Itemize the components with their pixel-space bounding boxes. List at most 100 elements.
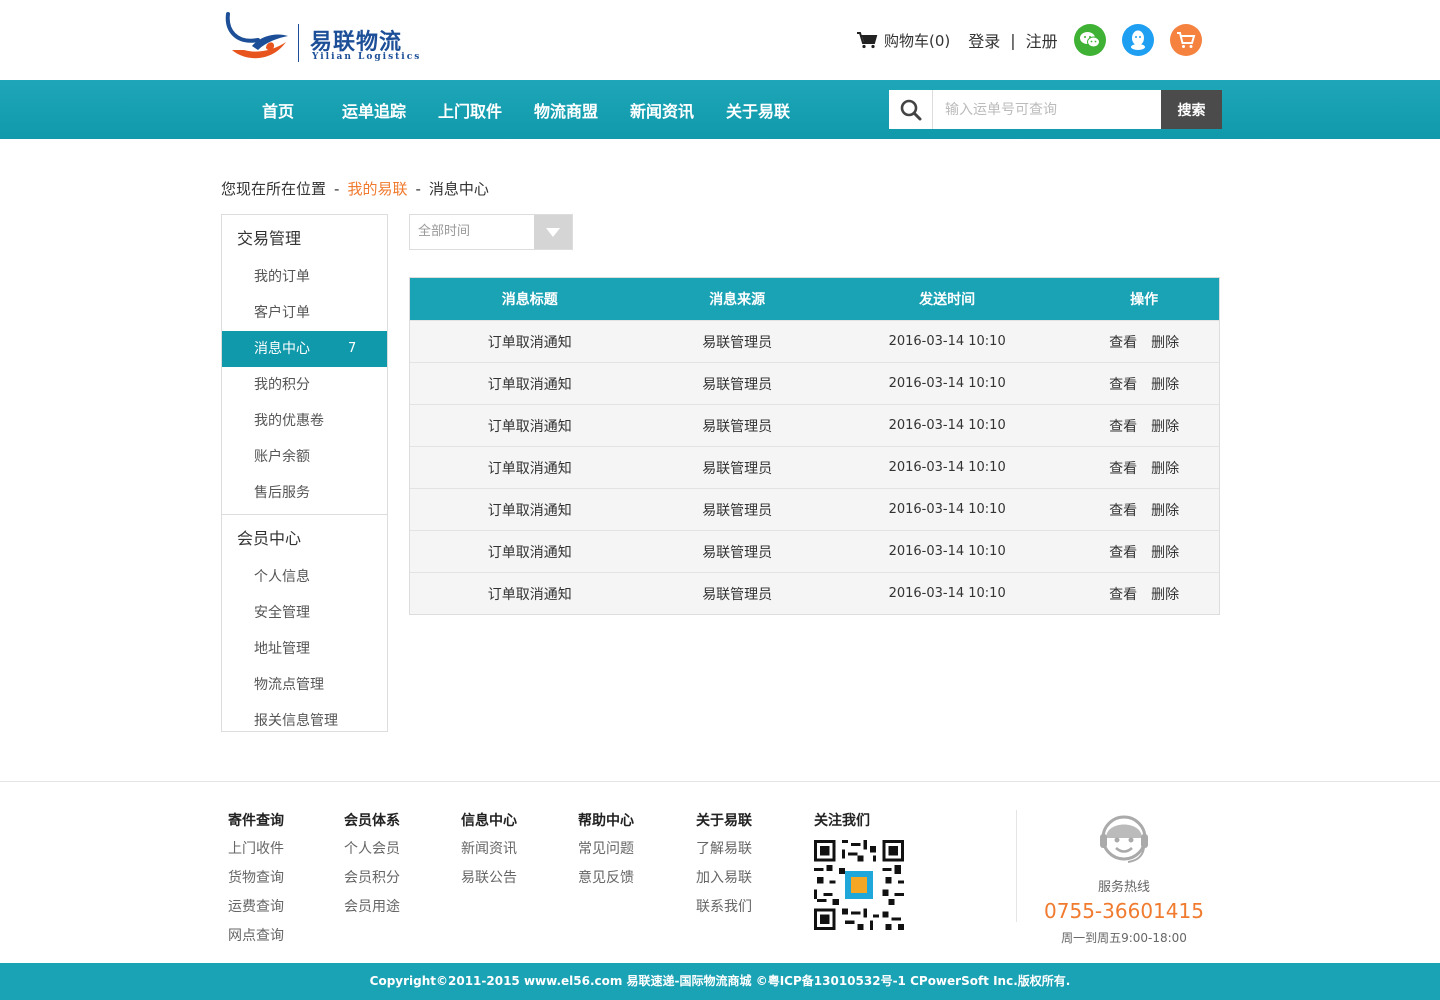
sidebar-item-points[interactable]: 我的积分	[222, 367, 387, 403]
table-row: 订单取消通知 易联管理员 2016-03-14 10:10 查看 删除	[410, 572, 1219, 614]
logo-divider	[298, 24, 299, 62]
table-row: 订单取消通知 易联管理员 2016-03-14 10:10 查看 删除	[410, 404, 1219, 446]
sidebar-item-customer-orders[interactable]: 客户订单	[222, 295, 387, 331]
view-button[interactable]: 查看	[1109, 587, 1137, 603]
footer-col-shipping: 寄件查询 上门收件 货物查询 运费查询 网点查询	[228, 810, 284, 956]
footer-link[interactable]: 意见反馈	[578, 869, 634, 898]
message-source: 易联管理员	[702, 460, 773, 477]
footer-col-title: 关注我们	[814, 813, 870, 829]
view-button[interactable]: 查看	[1109, 377, 1137, 393]
messages-table: 消息标题 消息来源 发送时间 操作 订单取消通知 易联管理员 2016-03-14 …	[409, 277, 1220, 615]
register-link[interactable]: 注册	[1026, 28, 1058, 52]
cart-link[interactable]: 购物车(0)	[856, 30, 950, 51]
table-row: 订单取消通知 易联管理员 2016-03-14 10:10 查看 删除	[410, 446, 1219, 488]
logo-bird-icon	[225, 12, 288, 59]
search-button[interactable]: 搜索	[1161, 90, 1222, 129]
customer-service-icon	[1100, 815, 1148, 863]
footer-link[interactable]: 上门收件	[228, 840, 284, 869]
view-button[interactable]: 查看	[1109, 461, 1137, 477]
col-header-source: 消息来源	[709, 292, 766, 308]
footer-link[interactable]: 联系我们	[696, 898, 752, 927]
site-logo[interactable]: 易联物流 Yilian Logistics	[222, 10, 422, 66]
top-bar: 易联物流 Yilian Logistics 购物车(0) 登录 | 注册	[0, 0, 1440, 80]
shop-cart-icon[interactable]	[1169, 24, 1202, 56]
nav-item-news[interactable]: 新闻资讯	[614, 98, 710, 122]
search-input[interactable]	[933, 90, 1161, 129]
sidebar-item-address[interactable]: 地址管理	[222, 631, 387, 667]
time-filter-select[interactable]: 全部时间	[409, 214, 573, 250]
message-title: 订单取消通知	[487, 460, 572, 477]
nav-item-tracking[interactable]: 运单追踪	[326, 98, 422, 122]
hotline-hours: 周一到周五9:00-18:00	[1061, 931, 1187, 945]
footer-col-title: 信息中心	[461, 813, 517, 829]
time-filter-value: 全部时间	[418, 224, 471, 239]
service-hotline: 服务热线 0755-36601415 周一到周五9:00-18:00	[1040, 810, 1208, 946]
view-button[interactable]: 查看	[1109, 545, 1137, 561]
qq-icon[interactable]	[1121, 24, 1154, 56]
login-link[interactable]: 登录	[968, 28, 1000, 52]
delete-button[interactable]: 删除	[1151, 335, 1179, 351]
footer-link[interactable]: 个人会员	[344, 840, 400, 869]
sidebar-item-customs[interactable]: 报关信息管理	[222, 703, 387, 739]
sidebar-item-coupons[interactable]: 我的优惠卷	[222, 403, 387, 439]
sidebar-item-messages[interactable]: 消息中心 7	[222, 331, 387, 367]
footer-link[interactable]: 运费查询	[228, 898, 284, 927]
sidebar-item-security[interactable]: 安全管理	[222, 595, 387, 631]
message-title: 订单取消通知	[487, 334, 572, 351]
delete-button[interactable]: 删除	[1151, 587, 1179, 603]
sidebar-group-trade: 交易管理	[237, 229, 302, 248]
sidebar-item-after-sales[interactable]: 售后服务	[222, 475, 387, 511]
breadcrumb-current: 消息中心	[428, 180, 489, 198]
table-body: 订单取消通知 易联管理员 2016-03-14 10:10 查看 删除 订单取消通知 易联管…	[410, 320, 1219, 614]
footer-link[interactable]: 会员用途	[344, 898, 400, 927]
footer-link[interactable]: 易联公告	[461, 869, 517, 898]
delete-button[interactable]: 删除	[1151, 461, 1179, 477]
delete-button[interactable]: 删除	[1151, 503, 1179, 519]
delete-button[interactable]: 删除	[1151, 419, 1179, 435]
col-header-actions: 操作	[1130, 292, 1159, 308]
sidebar: 交易管理 我的订单 客户订单 消息中心 7 我的积分 我的优惠卷 账户余额 售后…	[221, 214, 388, 732]
breadcrumb-sep: -	[334, 180, 340, 198]
wechat-icon[interactable]	[1073, 24, 1106, 56]
message-title: 订单取消通知	[487, 376, 572, 393]
message-title: 订单取消通知	[487, 544, 572, 561]
message-time: 2016-03-14 10:10	[888, 376, 1006, 391]
delete-button[interactable]: 删除	[1151, 545, 1179, 561]
footer-divider	[0, 781, 1440, 782]
delete-button[interactable]: 删除	[1151, 377, 1179, 393]
sidebar-item-my-orders[interactable]: 我的订单	[222, 259, 387, 295]
footer-link[interactable]: 了解易联	[696, 840, 752, 869]
message-time: 2016-03-14 10:10	[888, 460, 1006, 475]
message-actions: 查看 删除	[1069, 458, 1219, 478]
message-source: 易联管理员	[702, 376, 773, 393]
cart-icon	[857, 32, 878, 49]
footer-link[interactable]: 新闻资讯	[461, 840, 517, 869]
table-row: 订单取消通知 易联管理员 2016-03-14 10:10 查看 删除	[410, 488, 1219, 530]
view-button[interactable]: 查看	[1109, 419, 1137, 435]
breadcrumb-my-yilian[interactable]: 我的易联	[347, 180, 407, 198]
nav-item-alliance[interactable]: 物流商盟	[518, 98, 614, 122]
footer-link[interactable]: 会员积分	[344, 869, 400, 898]
view-button[interactable]: 查看	[1109, 503, 1137, 519]
view-button[interactable]: 查看	[1109, 335, 1137, 351]
message-title: 订单取消通知	[487, 418, 572, 435]
nav-item-pickup[interactable]: 上门取件	[422, 98, 518, 122]
message-source: 易联管理员	[702, 586, 773, 603]
sidebar-group-member: 会员中心	[237, 529, 302, 548]
message-source: 易联管理员	[702, 334, 773, 351]
footer-link[interactable]: 加入易联	[696, 869, 752, 898]
message-count-badge: 7	[348, 341, 357, 356]
footer-col-about: 关于易联 了解易联 加入易联 联系我们	[696, 810, 752, 927]
sidebar-item-logistics-points[interactable]: 物流点管理	[222, 667, 387, 703]
footer-link[interactable]: 货物查询	[228, 869, 284, 898]
footer-col-title: 帮助中心	[578, 813, 634, 829]
nav-item-home[interactable]: 首页	[230, 98, 326, 122]
col-header-time: 发送时间	[919, 292, 976, 308]
col-header-title: 消息标题	[501, 292, 558, 308]
message-source: 易联管理员	[702, 502, 773, 519]
footer-link[interactable]: 常见问题	[578, 840, 634, 869]
nav-item-about[interactable]: 关于易联	[710, 98, 806, 122]
footer-link[interactable]: 网点查询	[228, 927, 284, 956]
sidebar-item-balance[interactable]: 账户余额	[222, 439, 387, 475]
sidebar-item-profile[interactable]: 个人信息	[222, 559, 387, 595]
